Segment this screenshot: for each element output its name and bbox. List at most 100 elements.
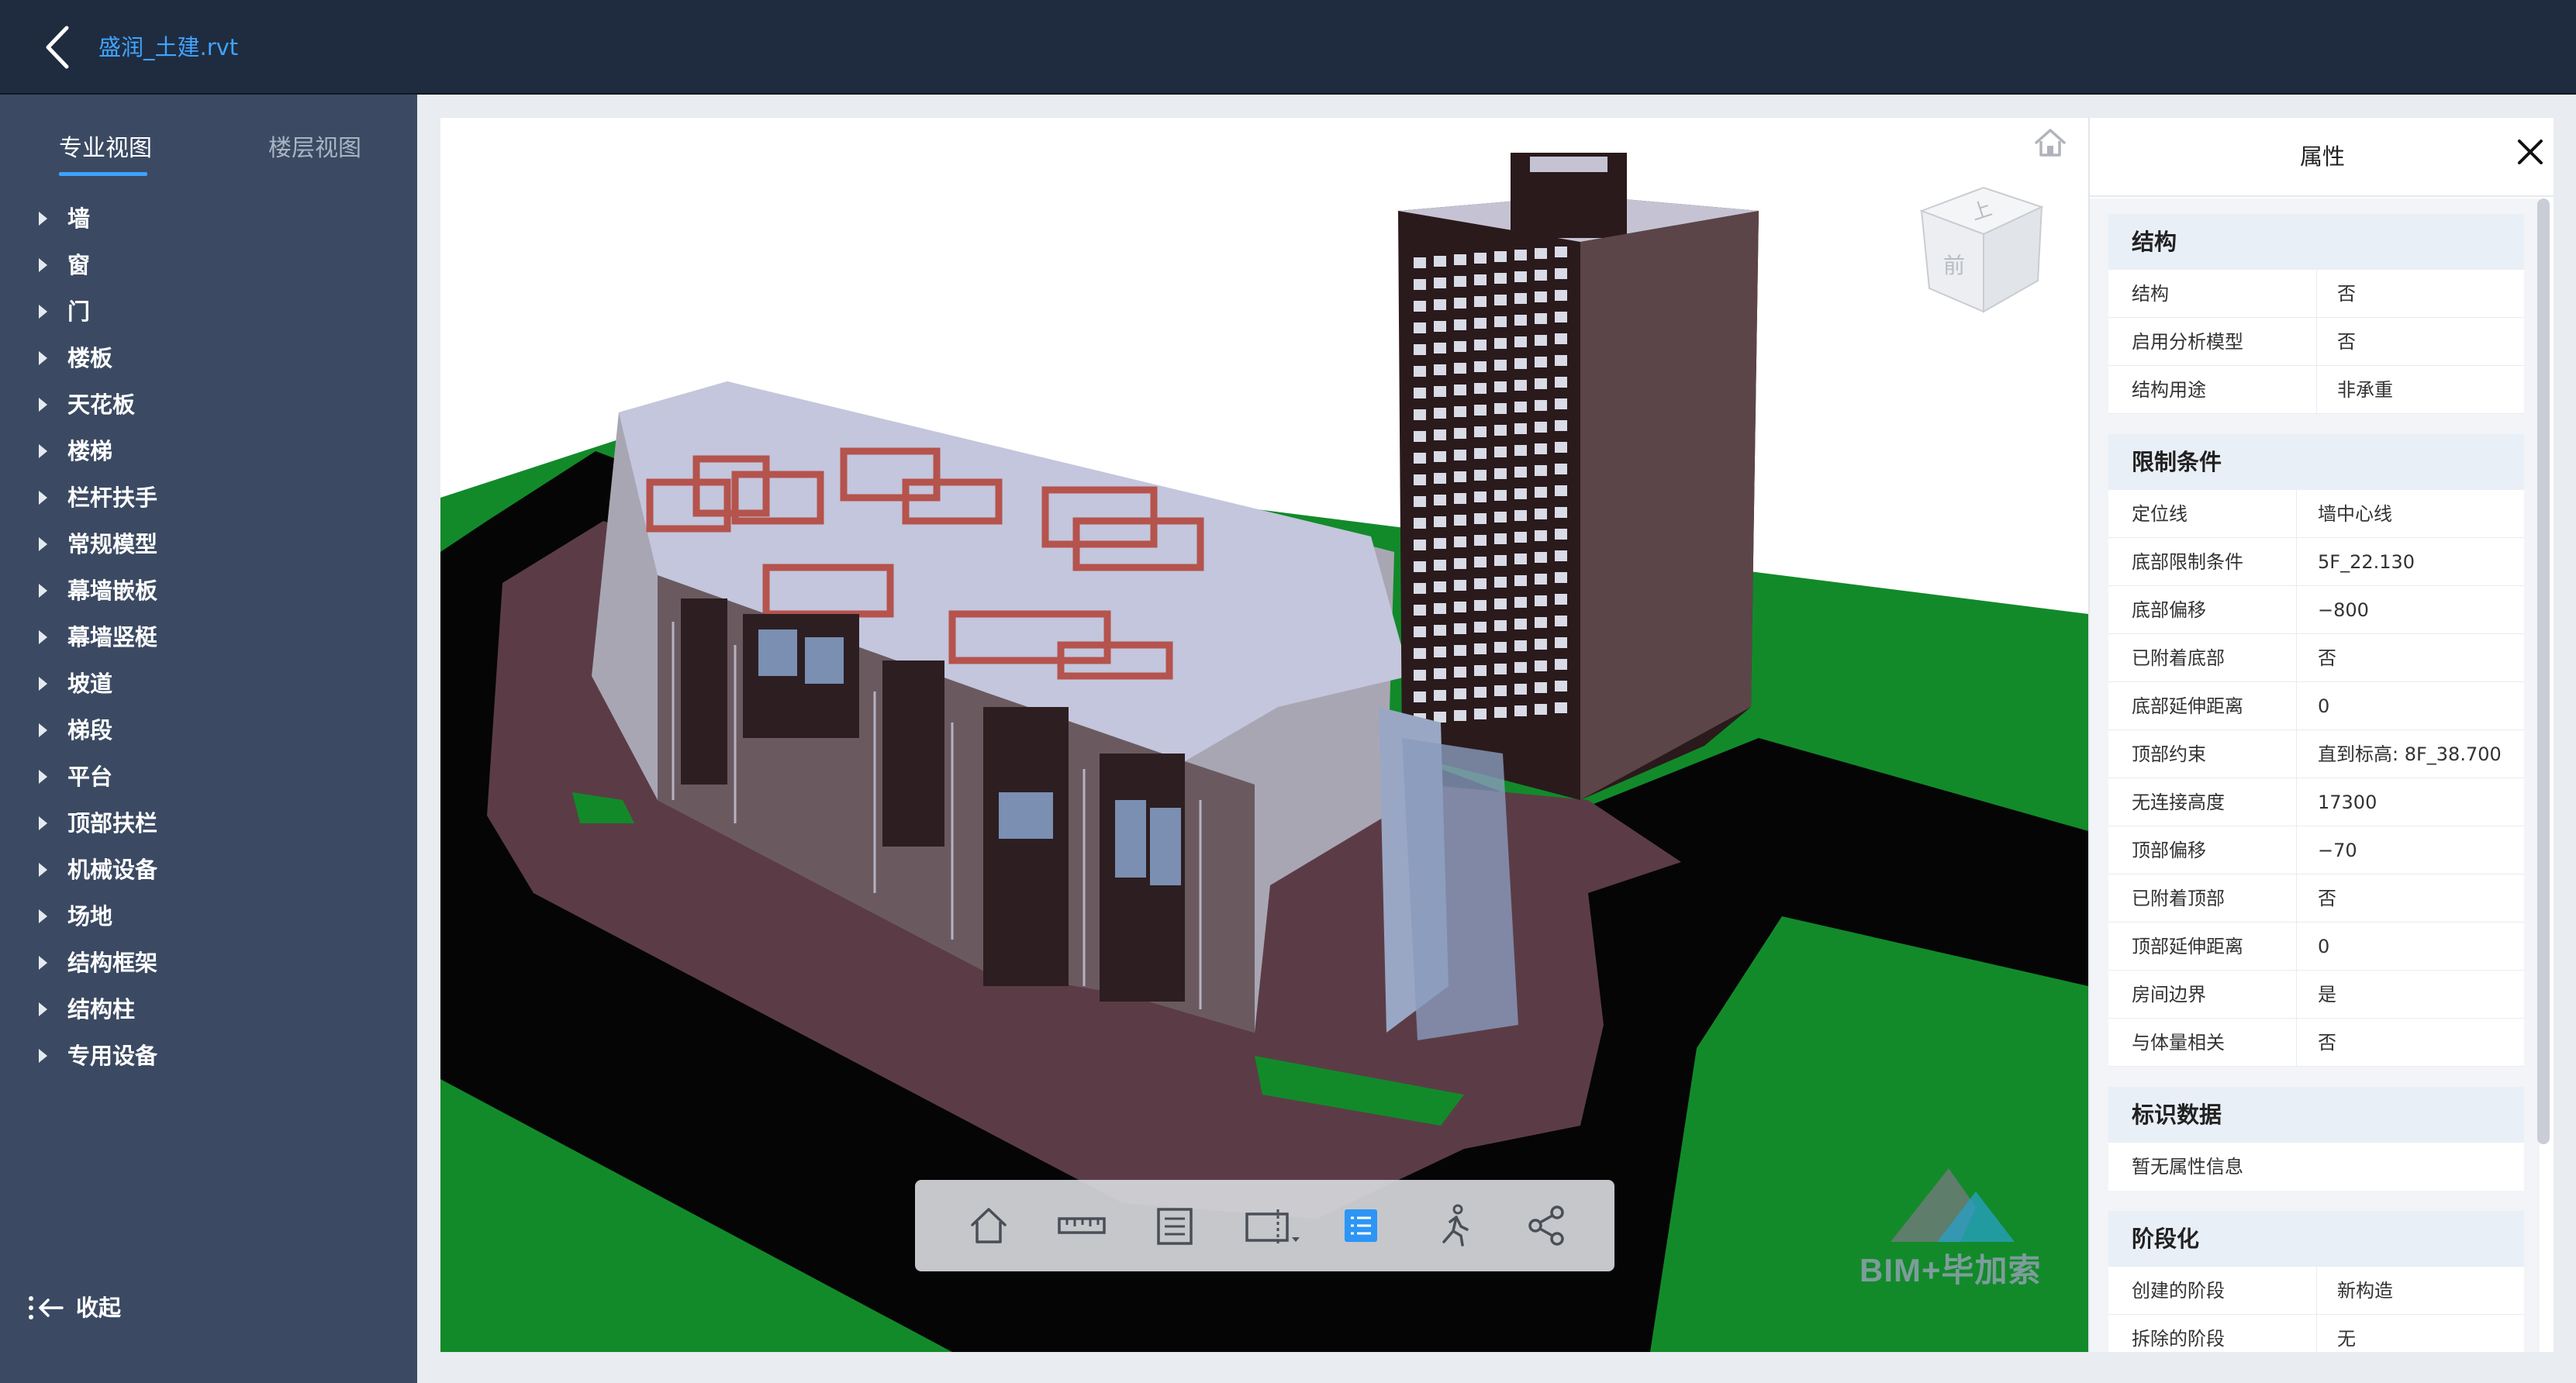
tab-floor-view[interactable]: 楼层视图 xyxy=(268,126,361,172)
brand-watermark: BIM+毕加索 xyxy=(1859,1161,2041,1288)
group-structure: 结构 结构否 启用分析模型否 结构用途 非承重 xyxy=(2108,214,2524,414)
properties-scrollbar[interactable] xyxy=(2537,198,2550,1144)
tower-window xyxy=(1454,319,1466,330)
tower-window xyxy=(1454,471,1466,482)
tower-window xyxy=(1474,709,1487,719)
property-row: 创建的阶段 新构造 xyxy=(2108,1267,2524,1315)
collapse-left-icon xyxy=(29,1296,64,1319)
tree-item-ramp[interactable]: 坡道 xyxy=(0,660,417,707)
tower-window xyxy=(1494,360,1507,371)
tree-item-curtain-panel[interactable]: 幕墙嵌板 xyxy=(0,567,417,614)
tower-window xyxy=(1514,554,1527,564)
tree-item-landing[interactable]: 平台 xyxy=(0,754,417,800)
toolbar-measure-button[interactable] xyxy=(1055,1200,1109,1251)
tower-window xyxy=(1535,704,1547,715)
tree-item-structural-column[interactable]: 结构柱 xyxy=(0,986,417,1033)
home-view-button[interactable] xyxy=(2030,124,2070,163)
tree-item-door[interactable]: 门 xyxy=(0,288,417,335)
tree-item-label: 幕墙嵌板 xyxy=(67,578,158,604)
close-properties-button[interactable] xyxy=(2509,130,2552,174)
property-row: 定位线 墙中心线 xyxy=(2108,490,2524,538)
caret-right-icon xyxy=(39,537,47,551)
property-value: −70 xyxy=(2318,840,2357,861)
tower-window xyxy=(1474,665,1487,676)
ruler-icon xyxy=(1058,1217,1106,1234)
tower-window xyxy=(1494,533,1507,544)
tower-window xyxy=(1555,312,1567,322)
close-icon xyxy=(2518,140,2543,164)
tree-item-window[interactable]: 窗 xyxy=(0,242,417,288)
tree-item-label: 常规模型 xyxy=(67,531,158,557)
toolbar-properties-button[interactable] xyxy=(1334,1200,1388,1251)
tower-window xyxy=(1474,557,1487,567)
toolbar-section-button[interactable] xyxy=(1241,1200,1310,1251)
property-value: 0 xyxy=(2318,936,2330,957)
caret-right-icon xyxy=(39,677,47,691)
tower-window xyxy=(1494,338,1507,349)
toolbar-walk-button[interactable] xyxy=(1427,1200,1481,1251)
tree-item-site[interactable]: 场地 xyxy=(0,893,417,940)
tree-item-mechanical-equipment[interactable]: 机械设备 xyxy=(0,847,417,893)
home-icon xyxy=(971,1208,1007,1243)
tower-window xyxy=(1555,594,1567,605)
tree-item-railing[interactable]: 栏杆扶手 xyxy=(0,474,417,521)
tower-window xyxy=(1474,491,1487,502)
tree-item-label: 天花板 xyxy=(67,391,136,418)
brand-logo-icon xyxy=(1891,1168,2015,1242)
tree-item-label: 楼板 xyxy=(67,345,113,371)
tree-item-run[interactable]: 梯段 xyxy=(0,707,417,754)
tree-item-generic-model[interactable]: 常规模型 xyxy=(0,521,417,567)
tower-window xyxy=(1514,640,1527,651)
property-value: 墙中心线 xyxy=(2318,503,2392,525)
tower-window xyxy=(1555,247,1567,257)
app-header: 盛润_土建.rvt xyxy=(0,0,2576,95)
back-button[interactable] xyxy=(37,22,84,73)
property-value: 否 xyxy=(2337,331,2356,353)
tower-window xyxy=(1434,625,1446,636)
tower-window xyxy=(1414,257,1426,268)
tower-window xyxy=(1535,639,1547,650)
properties-panel: 属性 结构 结构否 启用分析模型否 结构用途 非承重 限制条件 定位线 墙中心线 底… xyxy=(2088,118,2554,1352)
tree-item-floor[interactable]: 楼板 xyxy=(0,335,417,381)
tower-window xyxy=(1494,598,1507,609)
tower-window xyxy=(1514,315,1527,326)
toolbar-home-button[interactable] xyxy=(962,1200,1016,1251)
caret-right-icon xyxy=(39,1049,47,1063)
tree-item-specialty-equipment[interactable]: 专用设备 xyxy=(0,1033,417,1079)
view-cube[interactable]: 上 前 xyxy=(1898,172,2053,327)
tower-window xyxy=(1535,509,1547,519)
tower-window xyxy=(1414,431,1426,442)
tree-item-structural-framing[interactable]: 结构框架 xyxy=(0,940,417,986)
tree-item-top-rail[interactable]: 顶部扶栏 xyxy=(0,800,417,847)
tree-item-ceiling[interactable]: 天花板 xyxy=(0,381,417,428)
tower-window xyxy=(1414,496,1426,507)
tower-window xyxy=(1434,690,1446,701)
tree-item-stairs[interactable]: 楼梯 xyxy=(0,428,417,474)
tower-window xyxy=(1514,423,1527,434)
property-key: 与体量相关 xyxy=(2132,1032,2225,1054)
property-value: 5F_22.130 xyxy=(2318,551,2415,573)
bim-3d-scene[interactable] xyxy=(440,118,2088,1352)
tower-window xyxy=(1494,425,1507,436)
tower-window xyxy=(1454,298,1466,309)
model-viewer[interactable]: 上 前 BIM+毕加索 xyxy=(440,118,2088,1352)
tower-window xyxy=(1454,276,1466,287)
property-value: 否 xyxy=(2318,888,2336,909)
tree-item-wall[interactable]: 墙 xyxy=(0,195,417,242)
viewcube-front-label[interactable]: 前 xyxy=(1943,253,1965,278)
properties-icon xyxy=(1345,1209,1377,1242)
toolbar-share-button[interactable] xyxy=(1520,1200,1574,1251)
tower-window xyxy=(1414,605,1426,616)
toolbar-tree-button[interactable] xyxy=(1148,1200,1202,1251)
tower-window xyxy=(1494,664,1507,674)
tree-item-label: 梯段 xyxy=(67,717,113,743)
tree-item-curtain-mullion[interactable]: 幕墙竖梃 xyxy=(0,614,417,660)
tower-window xyxy=(1494,685,1507,696)
tower-window xyxy=(1434,256,1446,267)
tower-window xyxy=(1494,295,1507,305)
tab-discipline-view[interactable]: 专业视图 xyxy=(59,126,152,172)
property-value: −800 xyxy=(2318,599,2369,621)
tree-item-label: 坡道 xyxy=(67,671,113,697)
tower-window xyxy=(1434,299,1446,310)
caret-right-icon xyxy=(39,584,47,598)
